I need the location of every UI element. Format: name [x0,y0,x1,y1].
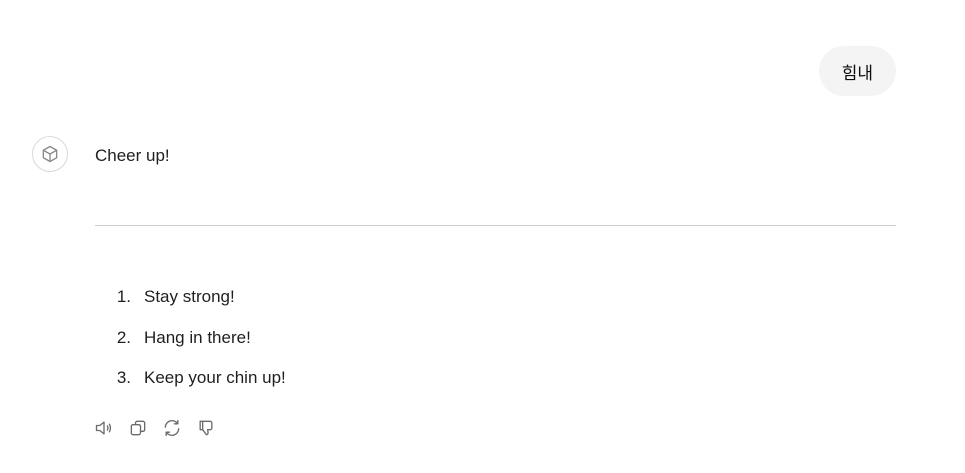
copy-icon [130,420,146,436]
list-item-number: 1. [116,287,131,306]
thumbs-down-icon [199,420,213,436]
copy-button[interactable] [126,416,150,440]
list-item: 1. Stay strong! [95,284,286,310]
list-item-number: 2. [116,327,131,347]
divider [95,225,896,226]
list-item-text: Hang in there! [144,327,251,347]
assistant-intro-text: Cheer up! [95,146,170,165]
list-item-number: 3. [116,368,131,387]
list-item-text: Stay strong! [144,287,235,306]
assistant-answer-list: 1. Stay strong! 2. Hang in there! 3. Kee… [95,284,286,406]
read-aloud-button[interactable] [92,416,116,440]
user-message-text: 힘내 [841,63,873,83]
list-item: 3. Keep your chin up! [95,365,286,391]
cube-icon [42,145,58,163]
message-actions [92,416,218,440]
list-item: 2. Hang in there! [95,325,286,351]
list-item-text: Keep your chin up! [144,368,286,387]
regenerate-button[interactable] [160,416,184,440]
assistant-avatar [32,136,68,172]
regenerate-icon [164,419,180,437]
thumbs-down-button[interactable] [194,416,218,440]
user-message-bubble: 힘내 [818,46,896,96]
speaker-icon [95,421,112,435]
